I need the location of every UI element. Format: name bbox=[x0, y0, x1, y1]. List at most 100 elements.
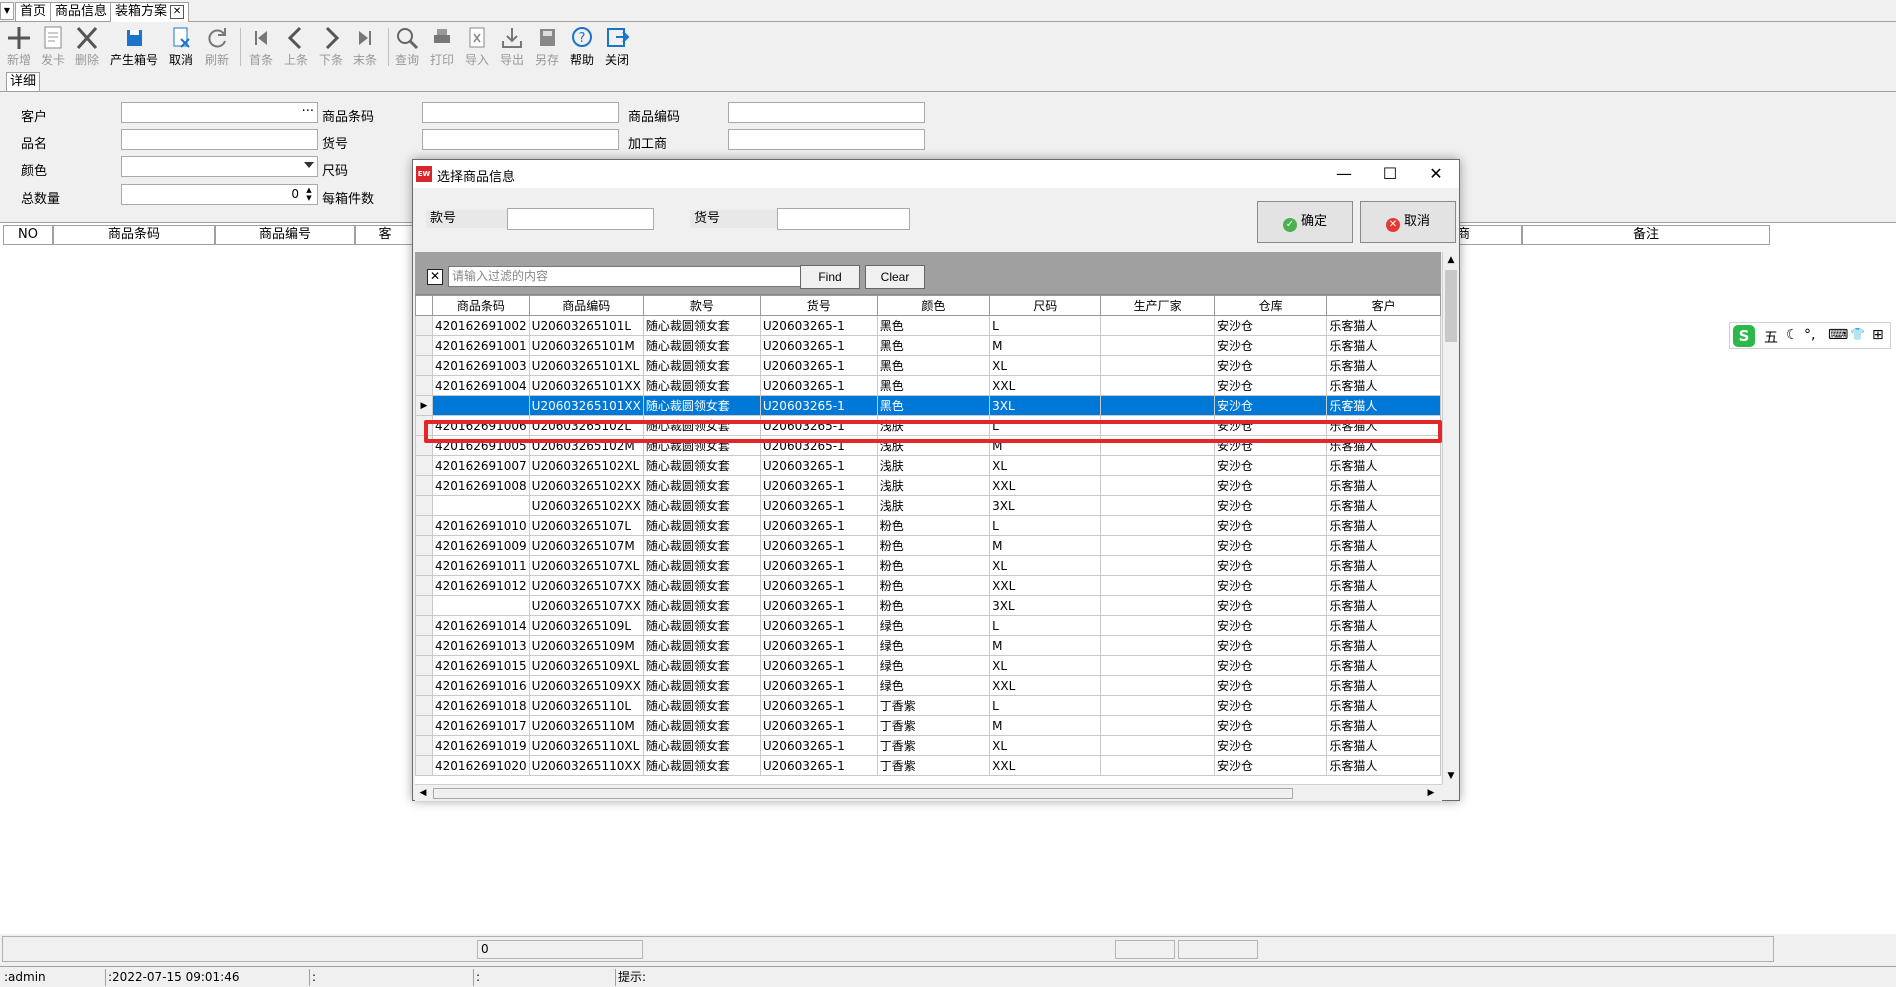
cell-size[interactable]: XL bbox=[989, 735, 1102, 756]
cell-maker[interactable] bbox=[1100, 695, 1215, 716]
grid-header-barcode[interactable]: 商品条码 bbox=[53, 225, 215, 245]
cell-warehouse[interactable]: 安沙仓 bbox=[1213, 715, 1328, 736]
table-row[interactable]: 420162691009 U20603265107M 随心裁圆领女套 U2060326… bbox=[415, 535, 1441, 556]
row-indicator[interactable] bbox=[415, 495, 434, 516]
cell-size[interactable]: 3XL bbox=[989, 495, 1102, 516]
column-header[interactable]: 生产厂家 bbox=[1100, 295, 1215, 316]
cell-color[interactable]: 浅肤 bbox=[876, 475, 991, 496]
row-indicator[interactable] bbox=[415, 535, 434, 556]
filter-input[interactable]: 请输入过滤的内容 bbox=[448, 266, 808, 287]
cell-maker[interactable] bbox=[1100, 355, 1215, 376]
grid-header-product-no[interactable]: 商品编号 bbox=[215, 225, 355, 245]
cell-barcode[interactable]: 420162691016 bbox=[432, 675, 530, 696]
cell-maker[interactable] bbox=[1100, 715, 1215, 736]
cell-maker[interactable] bbox=[1100, 635, 1215, 656]
cell-style[interactable]: 随心裁圆领女套 bbox=[642, 395, 761, 416]
cell-code[interactable]: U20603265101L bbox=[528, 315, 644, 336]
cell-barcode[interactable]: 420162691004 bbox=[432, 375, 530, 396]
row-indicator[interactable] bbox=[415, 735, 434, 756]
cell-customer[interactable]: 乐客猫人 bbox=[1326, 535, 1441, 556]
cell-color[interactable]: 浅肤 bbox=[876, 495, 991, 516]
cell-maker[interactable] bbox=[1100, 555, 1215, 576]
grid-header-no[interactable]: NO bbox=[3, 225, 53, 245]
cell-size[interactable]: XXL bbox=[989, 375, 1102, 396]
cell-barcode[interactable]: 420162691012 bbox=[432, 575, 530, 596]
cell-warehouse[interactable]: 安沙仓 bbox=[1213, 555, 1328, 576]
cell-code[interactable]: U20603265110XL bbox=[528, 735, 644, 756]
cell-sku[interactable]: U20603265-1 bbox=[759, 555, 878, 576]
find-button[interactable]: Find bbox=[800, 265, 860, 289]
column-header[interactable]: 尺码 bbox=[989, 295, 1102, 316]
cell-barcode[interactable]: 420162691013 bbox=[432, 635, 530, 656]
maximize-icon[interactable]: ☐ bbox=[1367, 160, 1413, 188]
column-header[interactable]: 颜色 bbox=[876, 295, 991, 316]
cell-maker[interactable] bbox=[1100, 515, 1215, 536]
scroll-right-icon[interactable]: ▶ bbox=[1423, 785, 1439, 801]
punctuation-icon[interactable]: °, bbox=[1804, 327, 1815, 343]
cell-warehouse[interactable]: 安沙仓 bbox=[1213, 395, 1328, 416]
cell-maker[interactable] bbox=[1100, 375, 1215, 396]
cell-customer[interactable]: 乐客猫人 bbox=[1326, 715, 1441, 736]
cell-style[interactable]: 随心裁圆领女套 bbox=[642, 335, 761, 356]
cell-customer[interactable]: 乐客猫人 bbox=[1326, 515, 1441, 536]
cell-sku[interactable]: U20603265-1 bbox=[759, 375, 878, 396]
cell-color[interactable]: 黑色 bbox=[876, 335, 991, 356]
cell-sku[interactable]: U20603265-1 bbox=[759, 655, 878, 676]
table-row[interactable]: 420162691007 U20603265102XL 随心裁圆领女套 U206032… bbox=[415, 455, 1441, 476]
cell-color[interactable]: 黑色 bbox=[876, 395, 991, 416]
cell-style[interactable]: 随心裁圆领女套 bbox=[642, 695, 761, 716]
cell-color[interactable]: 绿色 bbox=[876, 655, 991, 676]
cell-color[interactable]: 丁香紫 bbox=[876, 695, 991, 716]
cell-code[interactable]: U20603265107XX bbox=[528, 595, 644, 616]
cell-style[interactable]: 随心裁圆领女套 bbox=[642, 655, 761, 676]
cell-warehouse[interactable]: 安沙仓 bbox=[1213, 355, 1328, 376]
table-row[interactable]: 420162691002 U20603265101L 随心裁圆领女套 U2060326… bbox=[415, 315, 1441, 336]
row-indicator[interactable] bbox=[415, 755, 434, 776]
grid-header-customer[interactable]: 客 bbox=[355, 225, 415, 245]
table-row[interactable]: 420162691008 U20603265102XX 随心裁圆领女套 U206032… bbox=[415, 475, 1441, 496]
row-indicator[interactable] bbox=[415, 315, 434, 336]
table-row[interactable]: 420162691011 U20603265107XL 随心裁圆领女套 U206032… bbox=[415, 555, 1441, 576]
cell-color[interactable]: 丁香紫 bbox=[876, 715, 991, 736]
cell-color[interactable]: 黑色 bbox=[876, 375, 991, 396]
cell-customer[interactable]: 乐客猫人 bbox=[1326, 455, 1441, 476]
table-row[interactable]: 420162691013 U20603265109M 随心裁圆领女套 U2060326… bbox=[415, 635, 1441, 656]
cell-customer[interactable]: 乐客猫人 bbox=[1326, 735, 1441, 756]
chevron-down-icon[interactable] bbox=[304, 162, 314, 168]
cell-style[interactable]: 随心裁圆领女套 bbox=[642, 535, 761, 556]
row-indicator[interactable] bbox=[415, 375, 434, 396]
cell-warehouse[interactable]: 安沙仓 bbox=[1213, 535, 1328, 556]
cell-size[interactable]: XXL bbox=[989, 755, 1102, 776]
cell-warehouse[interactable]: 安沙仓 bbox=[1213, 675, 1328, 696]
row-indicator[interactable] bbox=[415, 555, 434, 576]
cell-size[interactable]: L bbox=[989, 515, 1102, 536]
cell-customer[interactable]: 乐客猫人 bbox=[1326, 335, 1441, 356]
cell-maker[interactable] bbox=[1100, 755, 1215, 776]
cell-sku[interactable]: U20603265-1 bbox=[759, 395, 878, 416]
customer-field[interactable]: ··· bbox=[121, 102, 318, 123]
cell-code[interactable]: U20603265110XX bbox=[528, 755, 644, 776]
cell-barcode[interactable] bbox=[432, 595, 530, 616]
cell-customer[interactable]: 乐客猫人 bbox=[1326, 315, 1441, 336]
scroll-up-icon[interactable]: ▲ bbox=[1443, 252, 1459, 268]
cell-style[interactable]: 随心裁圆领女套 bbox=[642, 315, 761, 336]
cell-maker[interactable] bbox=[1100, 495, 1215, 516]
cell-color[interactable]: 粉色 bbox=[876, 555, 991, 576]
cell-code[interactable]: U20603265101M bbox=[528, 335, 644, 356]
cell-code[interactable]: U20603265107L bbox=[528, 515, 644, 536]
grid-header-remark[interactable]: 备注 bbox=[1522, 225, 1770, 245]
cell-style[interactable]: 随心裁圆领女套 bbox=[642, 755, 761, 776]
column-header[interactable]: 货号 bbox=[759, 295, 878, 316]
cell-style[interactable]: 随心裁圆领女套 bbox=[642, 635, 761, 656]
cell-code[interactable]: U20603265107M bbox=[528, 535, 644, 556]
sku-input[interactable] bbox=[777, 208, 910, 230]
pager-input[interactable]: 0 bbox=[477, 940, 643, 959]
cell-sku[interactable]: U20603265-1 bbox=[759, 335, 878, 356]
scroll-thumb[interactable] bbox=[433, 788, 1293, 799]
ime-mode[interactable]: 五 bbox=[1764, 327, 1778, 347]
sku-field[interactable] bbox=[422, 129, 619, 150]
cell-customer[interactable]: 乐客猫人 bbox=[1326, 575, 1441, 596]
cell-size[interactable]: M bbox=[989, 715, 1102, 736]
cell-barcode[interactable]: 420162691009 bbox=[432, 535, 530, 556]
cell-warehouse[interactable]: 安沙仓 bbox=[1213, 455, 1328, 476]
